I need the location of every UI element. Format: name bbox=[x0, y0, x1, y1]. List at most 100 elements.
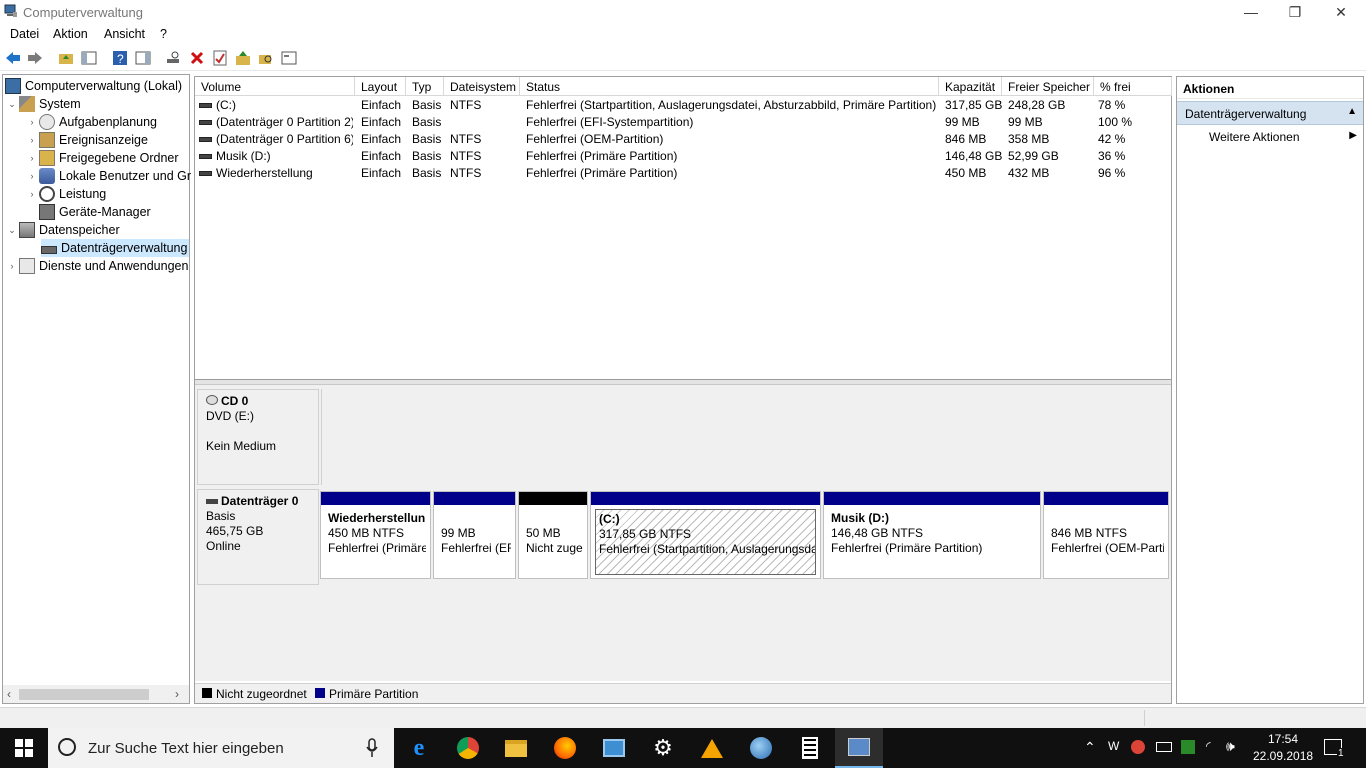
partition-oem[interactable]: 846 MB NTFS Fehlerfrei (OEM-Parti bbox=[1043, 491, 1169, 579]
collapse-arrow-icon[interactable]: ▲ bbox=[1347, 106, 1357, 117]
menu-help[interactable]: ? bbox=[160, 27, 167, 41]
column-freier-speicher[interactable]: Freier Speicher bbox=[1002, 77, 1094, 96]
column-prozent-frei[interactable]: % frei bbox=[1094, 77, 1172, 96]
clock-time[interactable]: 17:54 bbox=[1268, 732, 1298, 746]
volume-free-space: 432 MB bbox=[1008, 166, 1050, 180]
tree-node-geraete-manager[interactable]: Geräte-Manager bbox=[25, 203, 151, 221]
chrome-tray-icon[interactable] bbox=[1131, 740, 1145, 754]
tree-node-aufgabenplanung[interactable]: › Aufgabenplanung bbox=[25, 113, 157, 131]
console-window-icon[interactable] bbox=[280, 49, 298, 67]
column-status[interactable]: Status bbox=[520, 77, 939, 96]
actions-section-header[interactable]: Datenträgerverwaltung ▲ bbox=[1177, 101, 1363, 125]
chevron-right-icon[interactable]: › bbox=[25, 171, 39, 181]
scroll-left-icon[interactable]: ‹ bbox=[7, 687, 11, 701]
back-arrow-icon[interactable] bbox=[4, 49, 22, 67]
column-layout[interactable]: Layout bbox=[355, 77, 406, 96]
menu-datei[interactable]: Datei bbox=[10, 27, 39, 41]
chevron-right-icon[interactable]: › bbox=[5, 261, 19, 271]
taskbar-search-box[interactable]: Zur Suche Text hier eingeben bbox=[48, 728, 394, 768]
tree-node-leistung[interactable]: › Leistung bbox=[25, 185, 106, 203]
partition-efi[interactable]: 99 MB Fehlerfrei (EF bbox=[433, 491, 516, 579]
chevron-right-icon[interactable]: › bbox=[25, 135, 39, 145]
tree-node-datenspeicher[interactable]: ⌄ Datenspeicher bbox=[5, 221, 120, 239]
tree-node-ereignisanzeige[interactable]: › Ereignisanzeige bbox=[25, 131, 148, 149]
partition-title: (C:) bbox=[599, 512, 620, 526]
windows-start-icon[interactable] bbox=[0, 728, 48, 768]
volume-icon[interactable]: 🕪 bbox=[1226, 738, 1235, 755]
firefox-icon[interactable] bbox=[541, 728, 589, 768]
properties-icon[interactable] bbox=[211, 49, 229, 67]
volume-row[interactable]: (Datenträger 0 Partition 6) Einfach Basi… bbox=[195, 131, 1171, 148]
partition-type-bar bbox=[824, 492, 1040, 505]
more-actions-item[interactable]: Weitere Aktionen ▶ bbox=[1177, 127, 1363, 147]
volume-row[interactable]: (C:) Einfach Basis NTFS Fehlerfrei (Star… bbox=[195, 97, 1171, 114]
column-dateisystem[interactable]: Dateisystem bbox=[444, 77, 520, 96]
chrome-icon[interactable] bbox=[444, 728, 492, 768]
volume-status: Fehlerfrei (Startpartition, Auslagerungs… bbox=[526, 98, 937, 112]
show-hide-action-pane-icon[interactable] bbox=[134, 49, 152, 67]
tree-node-freigegebene-ordner[interactable]: › Freigegebene Ordner bbox=[25, 149, 179, 167]
export-icon[interactable] bbox=[234, 49, 252, 67]
column-kapazitaet[interactable]: Kapazität bbox=[939, 77, 1002, 96]
tray-green-icon[interactable] bbox=[1181, 740, 1195, 754]
show-hide-console-tree-icon[interactable] bbox=[80, 49, 98, 67]
column-volume[interactable]: Volume bbox=[195, 77, 355, 96]
microphone-icon[interactable] bbox=[366, 738, 378, 762]
clock-date[interactable]: 22.09.2018 bbox=[1253, 749, 1313, 763]
file-explorer-icon[interactable] bbox=[492, 728, 540, 768]
connect-drive-icon[interactable] bbox=[164, 49, 182, 67]
menu-aktion[interactable]: Aktion bbox=[53, 27, 88, 41]
tray-app-icon[interactable]: W bbox=[1108, 739, 1119, 753]
column-typ[interactable]: Typ bbox=[406, 77, 444, 96]
computer-management-taskbar-icon[interactable] bbox=[835, 728, 883, 768]
chevron-down-icon[interactable]: ⌄ bbox=[5, 225, 19, 236]
tree-node-system[interactable]: ⌄ System bbox=[5, 95, 81, 113]
delete-icon[interactable] bbox=[188, 49, 206, 67]
battery-icon[interactable] bbox=[1156, 742, 1172, 752]
avast-icon[interactable] bbox=[688, 728, 736, 768]
disk-label-cd0[interactable]: CD 0 DVD (E:) Kein Medium bbox=[197, 389, 319, 485]
scrollbar-thumb[interactable] bbox=[19, 689, 149, 700]
chevron-down-icon[interactable]: ⌄ bbox=[5, 99, 19, 110]
computer-icon bbox=[5, 78, 21, 94]
cd0-empty-area[interactable] bbox=[321, 389, 1171, 485]
menu-ansicht[interactable]: Ansicht bbox=[104, 27, 145, 41]
forward-arrow-icon[interactable] bbox=[26, 49, 44, 67]
close-button[interactable]: ✕ bbox=[1318, 0, 1364, 24]
wifi-icon[interactable]: ◜ bbox=[1206, 739, 1211, 753]
search-folder-icon[interactable] bbox=[257, 49, 275, 67]
partition-c[interactable]: (C:) 317,85 GB NTFS Fehlerfrei (Startpar… bbox=[590, 491, 821, 579]
up-folder-icon[interactable] bbox=[57, 49, 75, 67]
tree-node-lokale-benutzer[interactable]: › Lokale Benutzer und Gr bbox=[25, 167, 191, 185]
edge-icon[interactable]: e bbox=[395, 728, 443, 768]
show-hidden-icons-icon[interactable]: ⌃ bbox=[1084, 739, 1096, 756]
tree-node-datentraegerverwaltung[interactable]: Datenträgerverwaltung bbox=[41, 239, 190, 257]
disk-type: Basis bbox=[206, 509, 236, 523]
tree-node-dienste[interactable]: › Dienste und Anwendungen bbox=[5, 257, 188, 275]
volume-filesystem: NTFS bbox=[450, 149, 482, 163]
maximize-button[interactable]: ❐ bbox=[1272, 0, 1318, 24]
chevron-right-icon[interactable]: › bbox=[25, 153, 39, 163]
volume-row[interactable]: Musik (D:) Einfach Basis NTFS Fehlerfrei… bbox=[195, 148, 1171, 165]
minimize-button[interactable]: — bbox=[1228, 0, 1274, 24]
thunderbird-icon[interactable] bbox=[737, 728, 785, 768]
disk-status: Online bbox=[206, 539, 241, 553]
control-panel-icon[interactable] bbox=[590, 728, 638, 768]
partition-musik-d[interactable]: Musik (D:) 146,48 GB NTFS Fehlerfrei (Pr… bbox=[823, 491, 1041, 579]
chevron-right-icon[interactable]: › bbox=[25, 117, 39, 127]
chevron-right-icon[interactable]: › bbox=[25, 189, 39, 199]
volume-row[interactable]: (Datenträger 0 Partition 2) Einfach Basi… bbox=[195, 114, 1171, 131]
disk-label-disk0[interactable]: Datenträger 0 Basis 465,75 GB Online bbox=[197, 489, 319, 585]
disk-status: Kein Medium bbox=[206, 439, 277, 453]
volume-capacity: 146,48 GB bbox=[945, 149, 1003, 163]
help-icon[interactable]: ? bbox=[111, 49, 129, 67]
volume-row[interactable]: Wiederherstellung Einfach Basis NTFS Feh… bbox=[195, 165, 1171, 182]
settings-gear-icon[interactable]: ⚙ bbox=[639, 728, 687, 768]
scroll-right-icon[interactable]: › bbox=[175, 687, 179, 701]
tree-horizontal-scrollbar[interactable]: ‹ › bbox=[3, 685, 189, 703]
tree-node-computer-management[interactable]: Computerverwaltung (Lokal) bbox=[5, 77, 182, 95]
partition-unallocated[interactable]: 50 MB Nicht zuge bbox=[518, 491, 588, 579]
calculator-icon[interactable] bbox=[786, 728, 834, 768]
partition-wiederherstellung[interactable]: Wiederherstellun 450 MB NTFS Fehlerfrei … bbox=[320, 491, 431, 579]
window-title: Computerverwaltung bbox=[23, 5, 143, 20]
